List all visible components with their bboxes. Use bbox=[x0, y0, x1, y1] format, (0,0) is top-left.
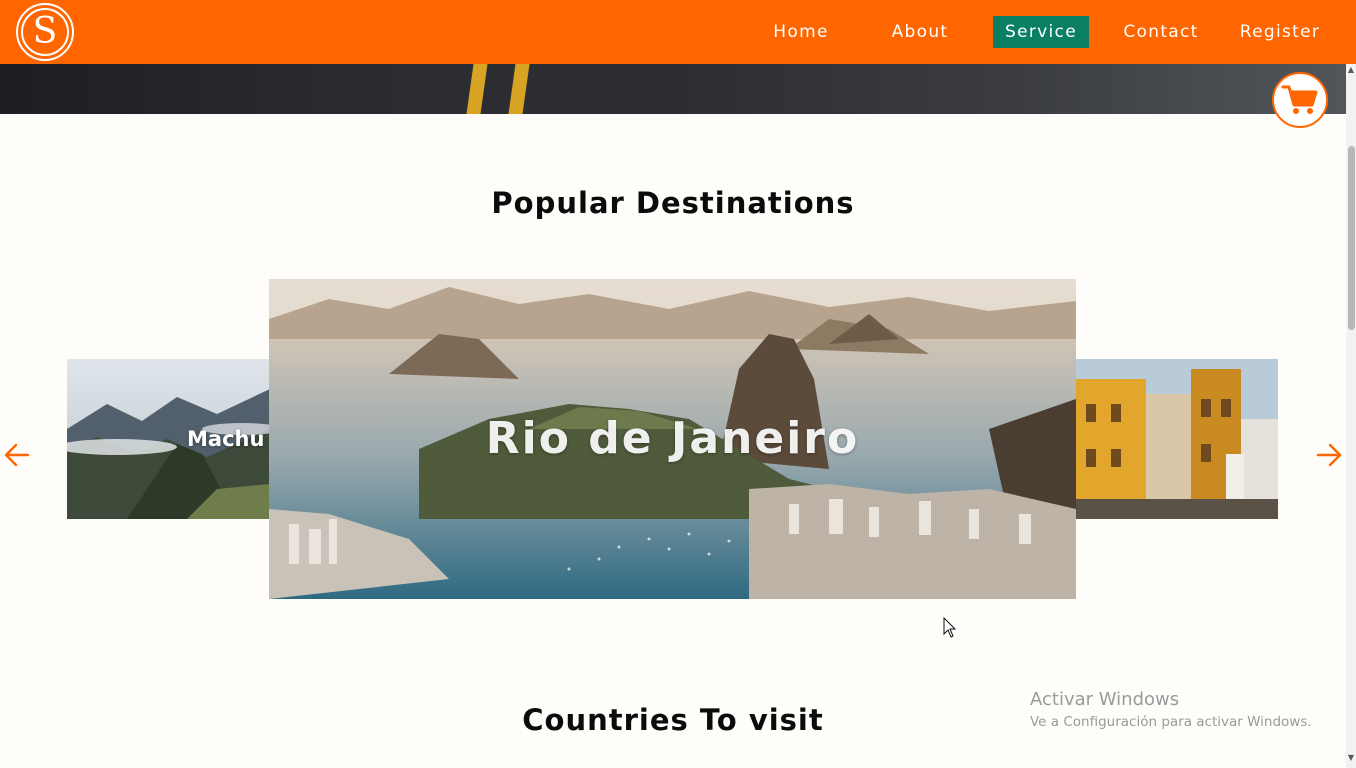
road-marking bbox=[466, 64, 488, 114]
slide-label-left: Machu bbox=[187, 427, 265, 451]
carousel-prev-button[interactable] bbox=[2, 440, 32, 470]
arrow-left-icon bbox=[4, 443, 30, 467]
cart-button[interactable] bbox=[1272, 72, 1328, 128]
scroll-up-icon[interactable]: ▲ bbox=[1347, 66, 1355, 74]
carousel-slide-machu-picchu[interactable]: Machu bbox=[67, 359, 270, 519]
carousel-next-button[interactable] bbox=[1314, 440, 1344, 470]
slide-image bbox=[1076, 359, 1278, 519]
nav-service-link[interactable]: Service bbox=[993, 16, 1089, 48]
road-marking bbox=[508, 64, 530, 114]
arrow-right-icon bbox=[1316, 443, 1342, 467]
scrollbar-thumb[interactable] bbox=[1348, 146, 1355, 330]
shopping-cart-icon bbox=[1281, 85, 1318, 114]
scroll-down-icon[interactable]: ▼ bbox=[1347, 754, 1355, 762]
nav-contact-link[interactable]: Contact bbox=[1113, 16, 1209, 48]
top-navbar: S Home About Service Contact Register bbox=[0, 0, 1356, 64]
nav-register-link[interactable]: Register bbox=[1232, 16, 1328, 48]
nav-home-link[interactable]: Home bbox=[761, 16, 841, 48]
slide-label-main: Rio de Janeiro bbox=[485, 413, 860, 464]
watermark-title: Activar Windows bbox=[1030, 689, 1180, 710]
pointer-icon bbox=[943, 616, 957, 638]
logo-letter: S bbox=[21, 8, 69, 56]
carousel-slide-rio-de-janeiro[interactable]: Rio de Janeiro bbox=[269, 279, 1076, 599]
carousel-slide-cartagena[interactable]: gena bbox=[1076, 359, 1278, 519]
mouse-cursor bbox=[943, 616, 957, 643]
vertical-scrollbar[interactable]: ▲ ▼ bbox=[1346, 64, 1356, 768]
brand-logo[interactable]: S bbox=[16, 3, 74, 61]
nav-about-link[interactable]: About bbox=[880, 16, 960, 48]
hero-image bbox=[0, 64, 1346, 114]
windows-activation-watermark: Activar Windows Ve a Configuración para … bbox=[1030, 689, 1312, 730]
popular-destinations-title: Popular Destinations bbox=[491, 186, 855, 221]
watermark-subtitle: Ve a Configuración para activar Windows. bbox=[1030, 714, 1312, 730]
